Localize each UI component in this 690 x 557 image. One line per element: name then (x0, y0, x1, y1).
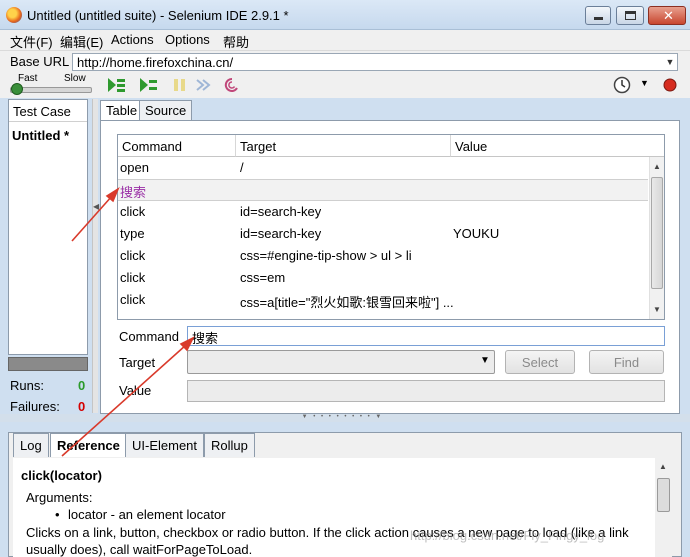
vertical-splitter[interactable] (92, 99, 98, 413)
row-target: id=search-key (240, 226, 322, 241)
column-header-command[interactable]: Command (118, 135, 236, 157)
progress-bar (8, 357, 88, 371)
row-command: click (120, 292, 146, 307)
command-input-value: 搜索 (192, 331, 219, 346)
tab-log[interactable]: Log (13, 433, 49, 457)
tab-source[interactable]: Source (139, 100, 193, 120)
row-command: click (120, 204, 146, 219)
bullet-icon: • (55, 507, 60, 522)
value-label: Value (119, 383, 152, 398)
chevron-down-icon[interactable]: ▼ (480, 355, 490, 366)
base-url-label: Base URL (10, 54, 70, 69)
firefox-icon (6, 7, 22, 23)
command-label: Command (119, 329, 179, 344)
toolbar: Fast Slow ▼ (0, 72, 690, 98)
speed-slider-handle[interactable] (11, 83, 23, 95)
find-button[interactable]: Find (589, 350, 664, 374)
base-url-value: http://home.firefoxchina.cn/ (77, 55, 234, 70)
row-command: type (120, 226, 145, 241)
row-target: css=em (240, 270, 286, 285)
table-row[interactable]: click css=a[title="烈火如歌:银雪回来啦"] ... (118, 289, 648, 311)
command-input[interactable]: 搜索 (187, 326, 665, 346)
menu-options[interactable]: Options (165, 32, 210, 47)
table-row[interactable]: click id=search-key (118, 201, 648, 223)
row-comment: 搜索 (120, 185, 147, 200)
menu-help[interactable]: 帮助 (223, 32, 249, 51)
table-row[interactable]: open / (118, 157, 648, 179)
scroll-down-icon[interactable]: ▼ (653, 305, 661, 314)
command-table: Command Target Value open / 搜索 click id=… (117, 134, 665, 320)
select-button[interactable]: Select (505, 350, 575, 374)
title-bar: Untitled (untitled suite) - Selenium IDE… (0, 0, 690, 30)
window-title: Untitled (untitled suite) - Selenium IDE… (27, 8, 289, 23)
table-row-comment[interactable]: 搜索 (118, 179, 648, 201)
maximize-button[interactable] (616, 6, 644, 25)
clock-dropdown-icon[interactable]: ▼ (640, 78, 649, 88)
row-target: id=search-key (240, 204, 322, 219)
row-target: / (240, 160, 244, 175)
rollup-icon[interactable] (222, 76, 242, 94)
table-row[interactable]: click css=#engine-tip-show > ul > li (118, 245, 648, 267)
watermark: http://blog.csdn.net/Fly_Fingy_log (410, 528, 605, 543)
table-row[interactable]: click css=em (118, 267, 648, 289)
menu-file[interactable]: 文件(F) (10, 32, 53, 51)
play-test-case-icon[interactable] (138, 76, 158, 94)
runs-value: 0 (78, 378, 86, 393)
base-url-input[interactable]: http://home.firefoxchina.cn/ ▼ (72, 53, 678, 71)
pause-icon[interactable] (170, 76, 190, 94)
maximize-icon (625, 11, 636, 20)
row-command: open (120, 160, 149, 175)
table-scrollbar-thumb[interactable] (651, 177, 663, 289)
base-url-bar: Base URL http://home.firefoxchina.cn/ ▼ (0, 50, 690, 72)
value-input[interactable] (187, 380, 665, 402)
minimize-icon (594, 17, 603, 20)
test-case-panel: Test Case Untitled * (8, 99, 88, 355)
test-case-header: Test Case (9, 100, 87, 122)
minimize-button[interactable] (585, 6, 611, 25)
test-case-item[interactable]: Untitled * (12, 128, 69, 143)
scroll-up-icon[interactable]: ▲ (659, 462, 667, 471)
tab-ui-element[interactable]: UI-Element (125, 433, 205, 457)
runs-label: Runs: (10, 378, 44, 393)
play-suite-icon[interactable] (106, 76, 126, 94)
row-command: click (120, 270, 146, 285)
reference-argument-item: locator - an element locator (68, 507, 226, 522)
close-icon: ✕ (663, 8, 674, 23)
column-header-value[interactable]: Value (451, 135, 664, 157)
menu-bar: 文件(F) 编辑(E) Actions Options 帮助 (0, 30, 690, 50)
reference-title: click(locator) (21, 468, 102, 483)
tab-table[interactable]: Table (100, 100, 144, 121)
table-row[interactable]: type id=search-key YOUKU (118, 223, 648, 245)
collapse-left-icon[interactable]: ◀ (93, 202, 99, 211)
menu-edit[interactable]: 编辑(E) (60, 32, 103, 51)
clock-icon[interactable] (612, 76, 632, 94)
target-select[interactable] (187, 350, 495, 374)
splitter-grip-icon[interactable]: ▼ • • • • • • • • ▼ (285, 414, 400, 422)
row-target: css=a[title="烈火如歌:银雪回来啦"] ... (240, 295, 454, 310)
menu-actions[interactable]: Actions (111, 32, 154, 47)
row-value: YOUKU (453, 226, 500, 241)
column-header-target[interactable]: Target (236, 135, 451, 157)
speed-slow-label: Slow (64, 73, 86, 84)
chevron-down-icon[interactable]: ▼ (663, 57, 677, 69)
close-button[interactable]: ✕ (648, 6, 686, 25)
tab-reference[interactable]: Reference (50, 433, 127, 457)
reference-arguments-label: Arguments: (26, 490, 93, 505)
tab-rollup[interactable]: Rollup (204, 433, 255, 457)
record-icon[interactable] (660, 76, 680, 94)
row-target: css=#engine-tip-show > ul > li (240, 248, 412, 263)
reference-scrollbar-thumb[interactable] (657, 478, 670, 512)
target-label: Target (119, 355, 156, 370)
scroll-up-icon[interactable]: ▲ (653, 162, 661, 171)
failures-label: Failures: (10, 399, 60, 414)
step-icon[interactable] (193, 76, 213, 94)
speed-fast-label: Fast (18, 73, 38, 84)
failures-value: 0 (78, 399, 86, 414)
row-command: click (120, 248, 146, 263)
